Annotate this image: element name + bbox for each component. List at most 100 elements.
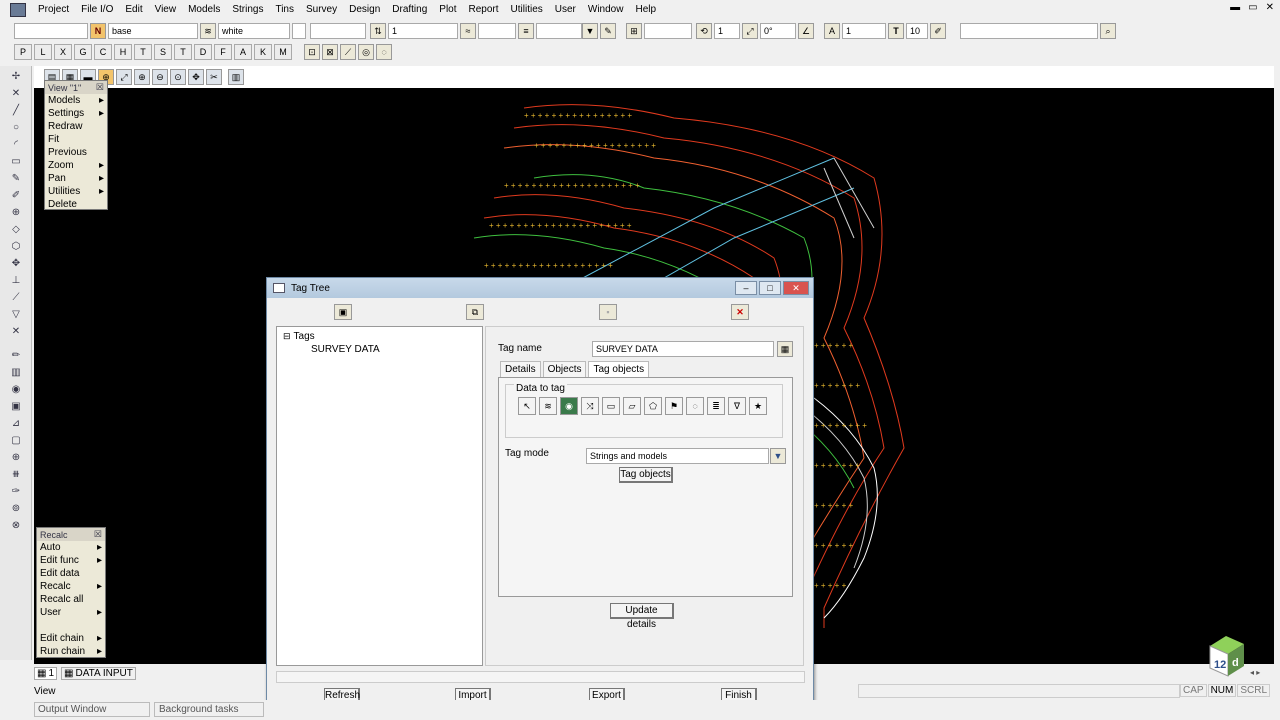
letter-button-f[interactable]: F bbox=[214, 44, 232, 60]
thickness-icon[interactable]: ≡ bbox=[518, 23, 534, 39]
letter-button-d[interactable]: D bbox=[194, 44, 212, 60]
dialog-close-button[interactable]: ✕ bbox=[783, 281, 809, 295]
view-menu-item-redraw[interactable]: Redraw bbox=[45, 120, 107, 133]
menu-view[interactable]: View bbox=[149, 0, 183, 20]
menu-help[interactable]: Help bbox=[629, 0, 662, 20]
letter-button-c[interactable]: C bbox=[94, 44, 112, 60]
rotate-icon[interactable]: ⟲ bbox=[696, 23, 712, 39]
snap-line-icon[interactable]: ⟋ bbox=[340, 44, 356, 60]
view-menu-item-pan[interactable]: Pan ▸ bbox=[45, 172, 107, 185]
style-field[interactable] bbox=[310, 23, 366, 39]
background-tasks-tab[interactable]: Background tasks bbox=[154, 702, 264, 717]
text-value-field[interactable]: 10 bbox=[906, 23, 928, 39]
survey-icon[interactable]: ⊚ bbox=[8, 501, 24, 515]
output-window-tab[interactable]: Output Window bbox=[34, 702, 150, 717]
textstyle-field[interactable] bbox=[536, 23, 582, 39]
letter-button-t2[interactable]: T bbox=[174, 44, 192, 60]
close-icon[interactable]: ☒ bbox=[94, 529, 102, 540]
box-icon[interactable]: ▢ bbox=[8, 433, 24, 447]
cross-icon[interactable]: ✕ bbox=[8, 86, 24, 100]
lasso-icon[interactable]: ◌ bbox=[686, 397, 704, 415]
disabled-tag-icon[interactable]: ▪ bbox=[599, 304, 617, 320]
layers-select-icon[interactable]: ≣ bbox=[707, 397, 725, 415]
colour-field[interactable]: white bbox=[218, 23, 290, 39]
menu-report[interactable]: Report bbox=[463, 0, 505, 20]
update-details-button[interactable]: Update details bbox=[610, 603, 674, 630]
tree-node-tags[interactable]: ⊟ Tags bbox=[283, 331, 315, 342]
level-icon[interactable]: ⊥ bbox=[8, 273, 24, 287]
pattern-field[interactable] bbox=[478, 23, 516, 39]
menu-user[interactable]: User bbox=[549, 0, 582, 20]
dialog-maximize-button[interactable]: □ bbox=[759, 281, 781, 295]
recalc-menu-item-recalc-all[interactable]: Recalc all bbox=[37, 593, 105, 606]
tools-icon[interactable]: ✂ bbox=[206, 69, 222, 85]
tab-details[interactable]: Details bbox=[500, 361, 541, 377]
view-menu-item-models[interactable]: Models ▸ bbox=[45, 94, 107, 107]
pen-icon[interactable]: ✎ bbox=[600, 23, 616, 39]
snap-circle-icon[interactable]: ◎ bbox=[358, 44, 374, 60]
letter-button-s[interactable]: S bbox=[154, 44, 172, 60]
tag-objects-button[interactable]: Tag objects bbox=[619, 467, 673, 483]
data-input-tab[interactable]: ▦ DATA INPUT bbox=[61, 666, 136, 680]
menu-design[interactable]: Design bbox=[343, 0, 386, 20]
rectangle-select-icon[interactable]: ▭ bbox=[602, 397, 620, 415]
view-menu-item-settings[interactable]: Settings ▸ bbox=[45, 107, 107, 120]
collapse-icon[interactable]: ⊟ bbox=[283, 331, 291, 342]
arc-icon[interactable]: ◜ bbox=[8, 137, 24, 151]
favourite-icon[interactable]: ★ bbox=[749, 397, 767, 415]
flag-icon[interactable]: ⚑ bbox=[665, 397, 683, 415]
snap-arc-icon[interactable]: ◌ bbox=[376, 44, 392, 60]
menu-drafting[interactable]: Drafting bbox=[386, 0, 433, 20]
pencil-icon[interactable]: ✏ bbox=[8, 348, 24, 362]
layer-icon[interactable]: ▥ bbox=[8, 365, 24, 379]
zoom-prev-icon[interactable]: ⊙ bbox=[170, 69, 186, 85]
measure-icon[interactable]: ⊿ bbox=[8, 416, 24, 430]
model-icon[interactable]: ≋ bbox=[539, 397, 557, 415]
new-tag-icon[interactable]: ▣ bbox=[334, 304, 352, 320]
zoom-in-icon[interactable]: ⊕ bbox=[134, 69, 150, 85]
snap-point-icon[interactable]: ⊡ bbox=[304, 44, 320, 60]
text-size-field[interactable]: 1 bbox=[842, 23, 886, 39]
draft-icon[interactable]: ▣ bbox=[8, 399, 24, 413]
colour-swatch[interactable] bbox=[292, 23, 306, 39]
linetype-icon[interactable]: ≈ bbox=[460, 23, 476, 39]
line-style-icon[interactable]: ⇅ bbox=[370, 23, 386, 39]
funnel-icon[interactable]: ▽ bbox=[8, 307, 24, 321]
dropdown-icon[interactable]: ▼ bbox=[582, 23, 598, 39]
find-field[interactable] bbox=[960, 23, 1098, 39]
pan-icon[interactable]: ✥ bbox=[188, 69, 204, 85]
menu-edit[interactable]: Edit bbox=[119, 0, 148, 20]
profile-icon[interactable]: ⊗ bbox=[8, 518, 24, 532]
symbol-icon[interactable]: ⊞ bbox=[626, 23, 642, 39]
model-field[interactable]: base bbox=[108, 23, 198, 39]
tag-name-input[interactable]: SURVEY DATA bbox=[592, 341, 774, 357]
menu-plot[interactable]: Plot bbox=[433, 0, 462, 20]
text-tool-icon[interactable]: ✎ bbox=[8, 171, 24, 185]
zoom-tool-icon[interactable]: ⊕ bbox=[8, 205, 24, 219]
factor-field[interactable]: 1 bbox=[714, 23, 740, 39]
layers-icon[interactable]: ≋ bbox=[200, 23, 216, 39]
model-n-button[interactable]: N bbox=[90, 23, 106, 39]
delete-icon[interactable]: ✕ bbox=[8, 324, 24, 338]
letter-button-g[interactable]: G bbox=[74, 44, 92, 60]
edit-icon[interactable]: ✐ bbox=[8, 188, 24, 202]
brush-icon[interactable]: ✑ bbox=[8, 484, 24, 498]
parallelogram-icon[interactable]: ▱ bbox=[623, 397, 641, 415]
text-angle-icon[interactable]: A bbox=[824, 23, 840, 39]
view-menu-item-delete[interactable]: Delete bbox=[45, 198, 107, 211]
scale-icon[interactable]: ⤢ bbox=[742, 23, 758, 39]
close-icon[interactable]: ☒ bbox=[96, 82, 104, 93]
close-icon[interactable]: ✕ bbox=[1266, 2, 1274, 13]
view-menu-item-fit[interactable]: Fit bbox=[45, 133, 107, 146]
copy-tag-icon[interactable]: ⧉ bbox=[466, 304, 484, 320]
menu-file-io[interactable]: File I/O bbox=[75, 0, 119, 20]
letter-button-m[interactable]: M bbox=[274, 44, 292, 60]
dialog-titlebar[interactable]: Tag Tree – □ ✕ bbox=[267, 278, 813, 298]
angle-field[interactable]: 0° bbox=[760, 23, 796, 39]
letter-button-a[interactable]: A bbox=[234, 44, 252, 60]
tab-tag-objects[interactable]: Tag objects bbox=[588, 361, 650, 377]
split-icon[interactable]: ⊕ bbox=[8, 450, 24, 464]
print-icon[interactable]: ▥ bbox=[228, 69, 244, 85]
ruler-icon[interactable]: ✐ bbox=[930, 23, 946, 39]
letter-button-x[interactable]: X bbox=[54, 44, 72, 60]
